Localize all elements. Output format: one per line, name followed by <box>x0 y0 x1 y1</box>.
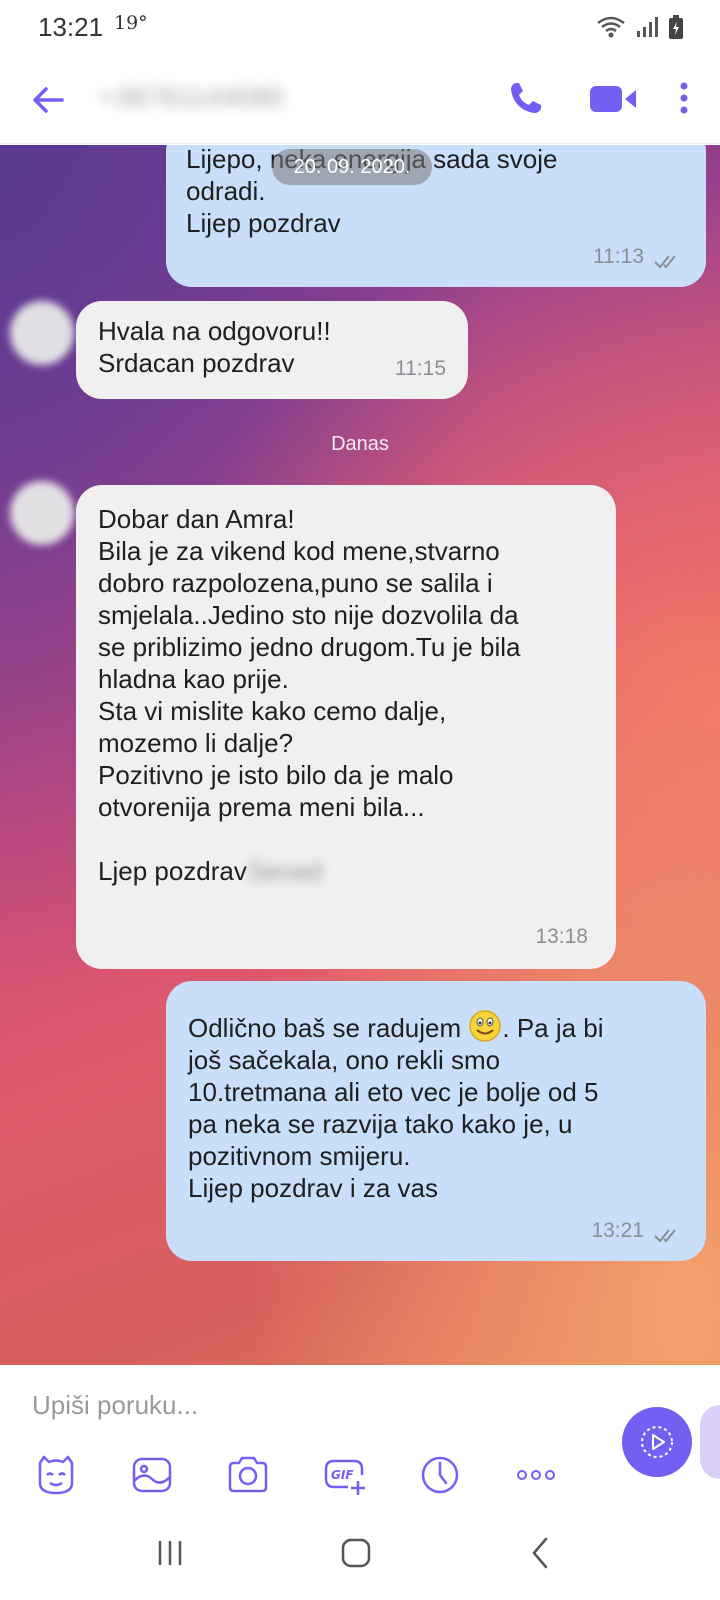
day-separator: Danas <box>331 433 389 455</box>
message-time: 11:13 <box>593 245 644 268</box>
signature-name: Senad <box>246 856 323 886</box>
secondary-button-edge[interactable] <box>700 1405 720 1479</box>
chat-area[interactable]: Lijepo, neka energija sada svoje odradi.… <box>0 145 720 1365</box>
message-bubble-incoming[interactable]: Hvala na odgovoru!! Srdacan pozdrav 11:1… <box>76 301 468 399</box>
input-bar: GIF <box>0 1365 720 1505</box>
avatar[interactable] <box>10 481 74 545</box>
message-input[interactable] <box>32 1385 592 1425</box>
back-nav-icon[interactable] <box>520 1533 560 1573</box>
status-bar: 13:21 19° <box>0 0 720 52</box>
signal-icon <box>637 17 658 37</box>
message-text-part: još sačekala, ono rekli smo 10.tretmana … <box>188 1045 599 1203</box>
message-bubble-outgoing[interactable]: Odlično baš se radujem . Pa ja bi još sa… <box>166 981 706 1261</box>
wifi-icon <box>597 16 625 38</box>
message-body: Dobar dan Amra! Bila je za vikend kod me… <box>98 504 521 886</box>
camera-icon[interactable] <box>226 1453 270 1497</box>
video-call-icon[interactable] <box>588 82 638 116</box>
message-time: 13:21 <box>591 1219 644 1242</box>
message-text-part: Odlično baš se radujem <box>188 1013 462 1043</box>
date-chip: 20. 09. 2020. <box>272 149 432 185</box>
play-circle-icon <box>641 1426 673 1458</box>
system-nav-bar <box>0 1505 720 1600</box>
smiley-emoji-icon <box>469 1010 502 1042</box>
status-time: 13:21 <box>38 12 104 42</box>
gallery-icon[interactable] <box>130 1453 174 1497</box>
avatar[interactable] <box>10 301 74 365</box>
phone-call-icon[interactable] <box>506 78 546 118</box>
message-text-part: . Pa ja bi <box>502 1013 604 1043</box>
message-text: Dobar dan Amra! Bila je za vikend kod me… <box>98 503 594 887</box>
message-time: 13:18 <box>535 925 588 948</box>
chat-header: +38761144080 <box>0 52 720 144</box>
home-icon[interactable] <box>336 1533 376 1573</box>
gif-icon[interactable]: GIF <box>322 1453 366 1497</box>
message-text: Odlično baš se radujem . Pa ja bi još sa… <box>188 1009 684 1204</box>
more-icon[interactable] <box>514 1453 558 1497</box>
more-options-icon[interactable] <box>672 78 696 118</box>
status-icons <box>596 14 684 40</box>
contact-name[interactable]: +38761144080 <box>100 82 284 113</box>
back-arrow-icon[interactable] <box>28 80 68 120</box>
battery-icon <box>669 15 683 39</box>
message-bubble-incoming[interactable]: Dobar dan Amra! Bila je za vikend kod me… <box>76 485 616 969</box>
message-time: 11:15 <box>395 357 446 380</box>
send-button[interactable] <box>622 1407 692 1477</box>
sticker-icon[interactable] <box>34 1453 78 1497</box>
message-bubble-outgoing[interactable]: Lijepo, neka energija sada svoje odradi.… <box>166 145 706 287</box>
recent-apps-icon[interactable] <box>150 1533 190 1573</box>
message-text: Lijepo, neka energija sada svoje odradi.… <box>186 145 558 238</box>
timer-icon[interactable] <box>418 1453 462 1497</box>
status-temperature: 19° <box>114 12 148 34</box>
double-check-icon <box>654 1229 676 1243</box>
message-text: Hvala na odgovoru!! Srdacan pozdrav <box>98 316 331 378</box>
svg-text:GIF: GIF <box>331 1468 354 1482</box>
double-check-icon <box>654 255 676 269</box>
